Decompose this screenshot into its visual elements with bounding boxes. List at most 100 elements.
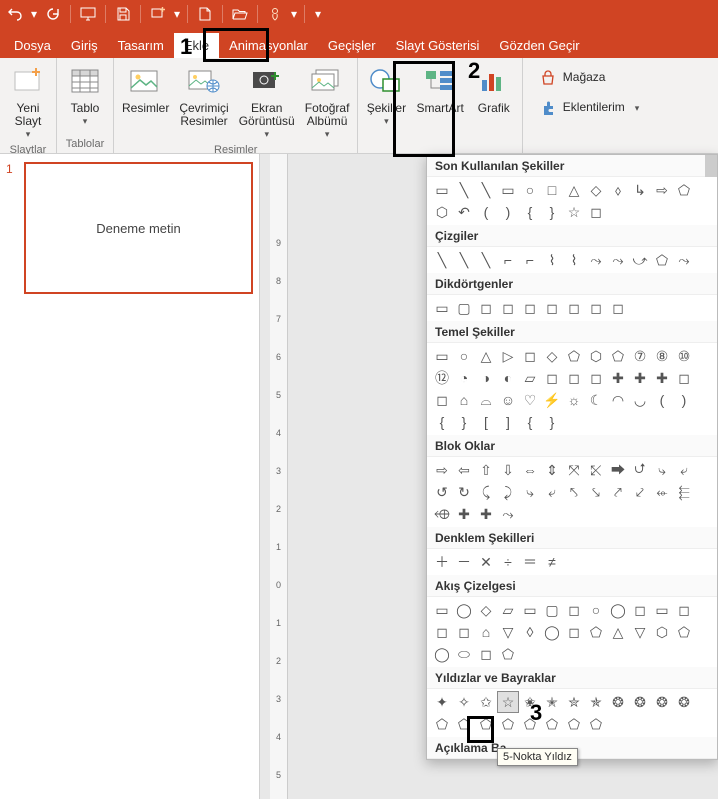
shape-item[interactable]: ◇ [541, 345, 563, 367]
tablo-button[interactable]: Tablo ▾ [61, 60, 109, 129]
undo-drop-icon[interactable]: ▾ [30, 7, 38, 21]
shape-item[interactable]: ▭ [431, 599, 453, 621]
shape-item[interactable]: ✯ [585, 691, 607, 713]
shape-item[interactable]: ▭ [651, 599, 673, 621]
album-button[interactable]: Fotoğraf Albümü ▾ [301, 60, 354, 142]
shape-item[interactable]: △ [563, 179, 585, 201]
tab-giris[interactable]: Giriş [61, 33, 108, 58]
shape-item[interactable]: { [519, 201, 541, 223]
shape-item[interactable]: ⬠ [541, 713, 563, 735]
shape-item[interactable]: △ [607, 621, 629, 643]
shape-item[interactable]: ⌐ [519, 249, 541, 271]
shape-5-point-star[interactable]: ☆ [497, 691, 519, 713]
shape-item[interactable]: ⬠ [607, 345, 629, 367]
shape-item[interactable]: ⬠ [497, 643, 519, 665]
shape-item[interactable]: ○ [585, 599, 607, 621]
shape-item[interactable]: ◻ [541, 367, 563, 389]
shape-item[interactable]: } [541, 411, 563, 433]
shape-item[interactable]: ╲ [475, 249, 497, 271]
shape-item[interactable]: ⤤ [607, 481, 629, 503]
shape-item[interactable]: ⇦ [453, 459, 475, 481]
shape-item[interactable]: ◡ [629, 389, 651, 411]
tab-tasarim[interactable]: Tasarım [108, 33, 174, 58]
shape-item[interactable]: ◔ [453, 367, 475, 389]
touch-mode-icon[interactable] [264, 3, 286, 25]
shape-item[interactable]: ╲ [475, 179, 497, 201]
shape-item[interactable]: ⑦ [629, 345, 651, 367]
shape-item[interactable]: ⌓ [475, 389, 497, 411]
shape-item[interactable]: ⬠ [673, 179, 695, 201]
shape-item[interactable]: ▢ [541, 599, 563, 621]
shape-item[interactable]: ◻ [563, 297, 585, 319]
shape-item[interactable]: ⚡ [541, 389, 563, 411]
shape-item[interactable]: ⤳ [585, 249, 607, 271]
slide-thumbnail[interactable]: 1 Deneme metin [6, 162, 253, 294]
shape-item[interactable]: ☾ [585, 389, 607, 411]
shape-item[interactable]: ☺ [497, 389, 519, 411]
shape-item[interactable]: ▭ [431, 345, 453, 367]
shape-item[interactable]: ╲ [453, 249, 475, 271]
new-slide-button[interactable]: Yeni Slayt ▾ [4, 60, 52, 142]
shape-item[interactable]: ╲ [453, 179, 475, 201]
shape-item[interactable]: ⇩ [497, 459, 519, 481]
shape-item[interactable]: ◯ [453, 599, 475, 621]
shape-item[interactable]: ✦ [431, 691, 453, 713]
shape-item[interactable]: ( [651, 389, 673, 411]
shape-item[interactable]: ⌇ [541, 249, 563, 271]
shape-item[interactable]: ⮕ [607, 459, 629, 481]
shape-item[interactable]: ◻ [475, 297, 497, 319]
shape-item[interactable]: ⤶ [541, 481, 563, 503]
shape-item[interactable]: ⬠ [431, 713, 453, 735]
shape-item[interactable]: ○ [519, 179, 541, 201]
shape-item[interactable]: ◻ [475, 643, 497, 665]
shape-item[interactable]: ◻ [563, 367, 585, 389]
undo-icon[interactable] [4, 3, 26, 25]
open-icon[interactable] [229, 3, 251, 25]
shape-item[interactable]: ⤦ [629, 481, 651, 503]
shape-item[interactable]: ✚ [453, 503, 475, 525]
shape-item[interactable]: ▭ [431, 179, 453, 201]
shape-item[interactable]: ❂ [607, 691, 629, 713]
shape-item[interactable]: ⑧ [651, 345, 673, 367]
shape-item[interactable]: ▽ [497, 621, 519, 643]
present-icon[interactable] [77, 3, 99, 25]
shape-item[interactable]: ⬡ [585, 345, 607, 367]
shape-item[interactable]: ⤥ [585, 481, 607, 503]
shape-item[interactable]: ⬠ [673, 621, 695, 643]
shape-item[interactable]: ╲ [431, 249, 453, 271]
shape-item[interactable]: ↻ [453, 481, 475, 503]
shape-item[interactable]: ◻ [629, 599, 651, 621]
shape-item[interactable]: ⮍ [629, 459, 651, 481]
shape-item[interactable]: ⌂ [475, 621, 497, 643]
shape-item[interactable]: ⤳ [497, 503, 519, 525]
shape-item[interactable]: ⬭ [453, 643, 475, 665]
shape-item[interactable]: { [431, 411, 453, 433]
shape-item[interactable]: ⬰ [651, 481, 673, 503]
new-slide-qat-drop-icon[interactable]: ▾ [173, 7, 181, 21]
shape-item[interactable]: ⬠ [651, 249, 673, 271]
touch-drop-icon[interactable]: ▾ [290, 7, 298, 21]
shape-item[interactable]: ☼ [563, 389, 585, 411]
shape-item[interactable]: ❂ [629, 691, 651, 713]
magaza-button[interactable]: Mağaza [533, 66, 646, 90]
shape-item[interactable]: ◠ [607, 389, 629, 411]
shape-item[interactable]: ○ [453, 345, 475, 367]
shape-item[interactable]: ⤶ [673, 459, 695, 481]
shape-item[interactable]: ▭ [497, 179, 519, 201]
shape-item[interactable]: ♡ [519, 389, 541, 411]
shape-item[interactable]: ⬠ [585, 713, 607, 735]
resimler-button[interactable]: Resimler [118, 60, 173, 117]
shape-item[interactable]: ⤧ [563, 459, 585, 481]
shape-item[interactable]: ✚ [651, 367, 673, 389]
shape-item[interactable]: ⬲ [431, 503, 453, 525]
shape-item[interactable]: ⬨ [607, 179, 629, 201]
new-file-icon[interactable] [194, 3, 216, 25]
shape-item[interactable]: ✚ [607, 367, 629, 389]
shape-item[interactable]: ▭ [431, 297, 453, 319]
shape-item[interactable]: ▱ [519, 367, 541, 389]
eklentilerim-button[interactable]: Eklentilerim ▾ [533, 96, 646, 120]
shape-item[interactable]: ◻ [585, 367, 607, 389]
screenshot-button[interactable]: Ekran Görüntüsü ▾ [235, 60, 299, 142]
shape-item[interactable]: ◯ [541, 621, 563, 643]
shape-item[interactable]: ▭ [519, 599, 541, 621]
